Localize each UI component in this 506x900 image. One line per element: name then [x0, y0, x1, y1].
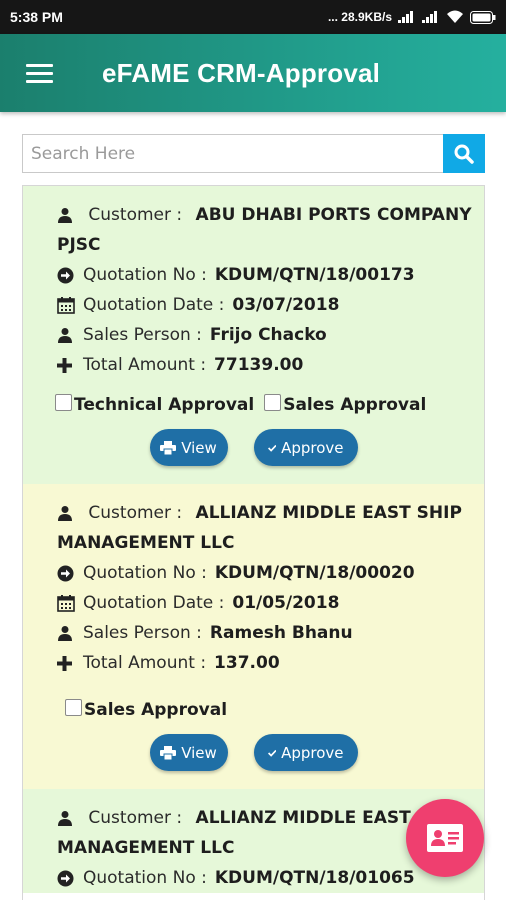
quotation-no-row: Quotation No : KDUM/QTN/18/01065	[57, 863, 474, 893]
quotation-no-row: Quotation No : KDUM/QTN/18/00173	[57, 260, 474, 290]
page-title: eFAME CRM-Approval	[102, 57, 381, 88]
approval-checkboxes: Technical Approval Sales Approval	[55, 393, 474, 415]
calendar-icon	[57, 290, 75, 320]
print-icon	[160, 745, 177, 760]
user-icon	[57, 803, 75, 833]
quotation-card: Customer : ABU DHABI PORTS COMPANY PJSC …	[23, 186, 484, 484]
arrow-circle-right-icon	[57, 863, 75, 893]
quotation-date-row: Quotation Date : 03/07/2018	[57, 290, 474, 320]
contact-fab-button[interactable]	[406, 799, 484, 877]
contact-card-icon	[427, 824, 463, 852]
sales-person-row: Sales Person : Ramesh Bhanu	[57, 618, 474, 648]
total-amount-row: Total Amount : 137.00	[57, 648, 474, 678]
arrow-circle-right-icon	[57, 558, 75, 588]
quotation-date: 01/05/2018	[232, 593, 340, 613]
print-icon	[160, 440, 177, 455]
customer-row: Customer : ALLIANZ MIDDLE EAST SHIP MANA…	[57, 498, 474, 558]
approve-button[interactable]: Approve	[253, 734, 358, 771]
status-icons: ... 28.9KB/s	[328, 10, 496, 24]
technical-approval-checkbox[interactable]: Technical Approval	[55, 393, 254, 415]
search-button[interactable]	[443, 134, 485, 173]
quotation-list: Customer : ABU DHABI PORTS COMPANY PJSC …	[22, 185, 485, 900]
arrow-circle-right-icon	[57, 260, 75, 290]
view-button[interactable]: View	[149, 734, 228, 771]
check-icon	[267, 444, 277, 452]
calendar-icon	[57, 588, 75, 618]
app-bar: eFAME CRM-Approval	[0, 34, 506, 112]
battery-icon	[470, 10, 496, 24]
approve-button[interactable]: Approve	[253, 429, 358, 466]
signal-icon-2	[422, 11, 440, 23]
card-actions: View Approve	[23, 415, 484, 484]
sales-person-name: Frijo Chacko	[209, 325, 327, 345]
approval-checkboxes: Sales Approval	[65, 698, 474, 720]
total-amount: 137.00	[214, 653, 280, 673]
wifi-icon	[446, 10, 464, 24]
search-icon	[454, 144, 474, 164]
sales-approval-checkbox[interactable]: Sales Approval	[65, 698, 227, 720]
user-icon	[57, 498, 75, 528]
signal-icon	[398, 11, 416, 23]
network-speed: ... 28.9KB/s	[327, 10, 392, 24]
check-icon	[267, 749, 277, 757]
customer-row: Customer : ABU DHABI PORTS COMPANY PJSC	[57, 200, 474, 260]
plus-icon	[57, 648, 75, 678]
user-icon	[57, 618, 75, 648]
search-bar	[22, 134, 485, 173]
quotation-date: 03/07/2018	[232, 295, 340, 315]
view-button[interactable]: View	[149, 429, 228, 466]
quotation-date-row: Quotation Date : 01/05/2018	[57, 588, 474, 618]
search-input[interactable]	[22, 134, 443, 173]
quotation-no-row: Quotation No : KDUM/QTN/18/00020	[57, 558, 474, 588]
quotation-number: KDUM/QTN/18/00020	[214, 563, 415, 583]
card-actions: View Approve	[23, 720, 484, 789]
total-amount: 77139.00	[214, 355, 304, 375]
user-icon	[57, 200, 75, 230]
quotation-number: KDUM/QTN/18/00173	[214, 265, 415, 285]
hamburger-menu-icon[interactable]	[8, 34, 70, 112]
sales-person-row: Sales Person : Frijo Chacko	[57, 320, 474, 350]
sales-approval-checkbox[interactable]: Sales Approval	[264, 393, 426, 415]
plus-icon	[57, 350, 75, 380]
status-time: 5:38 PM	[10, 9, 63, 25]
total-amount-row: Total Amount : 77139.00	[57, 350, 474, 380]
status-bar: 5:38 PM ... 28.9KB/s	[0, 0, 506, 34]
sales-person-name: Ramesh Bhanu	[209, 623, 353, 643]
quotation-card: Customer : ALLIANZ MIDDLE EAST SHIP MANA…	[23, 484, 484, 789]
user-icon	[57, 320, 75, 350]
quotation-number: KDUM/QTN/18/01065	[214, 868, 415, 888]
